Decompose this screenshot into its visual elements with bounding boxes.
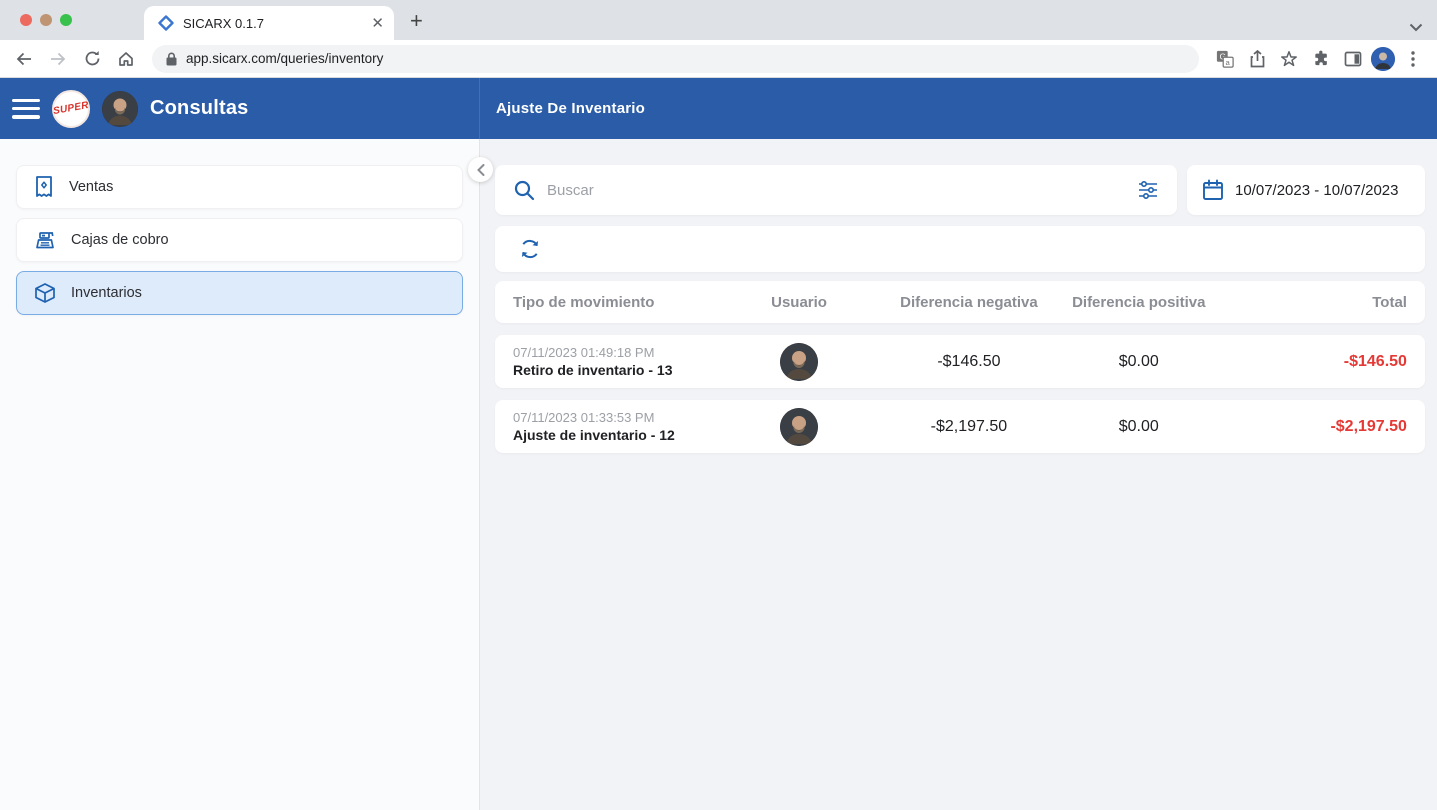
back-button[interactable] (10, 45, 38, 73)
search-input[interactable] (547, 182, 1125, 199)
row-timestamp: 07/11/2023 01:49:18 PM (513, 345, 728, 360)
sidebar-item-inventarios[interactable]: Inventarios (16, 271, 463, 315)
search-bar (495, 165, 1177, 215)
sidebar-item-ventas[interactable]: Ventas (16, 165, 463, 209)
extensions-puzzle-icon[interactable] (1307, 45, 1335, 73)
app-header-right: Ajuste De Inventario (480, 78, 1437, 139)
row-user-avatar (780, 343, 818, 381)
section-title: Ajuste De Inventario (496, 100, 645, 117)
row-positive-diff: $0.00 (1067, 353, 1210, 371)
row-movement-name: Retiro de inventario - 13 (513, 362, 728, 378)
date-range-picker[interactable]: 10/07/2023 - 10/07/2023 (1187, 165, 1425, 215)
table-row[interactable]: 07/11/2023 01:33:53 PM Ajuste de inventa… (495, 400, 1425, 453)
reload-button[interactable] (78, 45, 106, 73)
svg-text:a: a (1225, 57, 1230, 66)
row-total: -$2,197.50 (1210, 418, 1407, 436)
column-header-dif-negativa: Diferencia negativa (871, 294, 1068, 311)
column-header-tipo: Tipo de movimiento (513, 294, 728, 311)
share-icon[interactable] (1243, 45, 1271, 73)
sidebar: Ventas Cajas de cobro Inventarios (0, 139, 480, 810)
tab-search-chevron-icon[interactable] (1409, 23, 1423, 32)
filter-sliders-icon[interactable] (1137, 180, 1159, 200)
sidebar-item-cajas-de-cobro[interactable]: Cajas de cobro (16, 218, 463, 262)
user-avatar[interactable] (102, 91, 138, 127)
tab-title: SICARX 0.1.7 (183, 16, 362, 31)
url-text: app.sicarx.com/queries/inventory (186, 51, 383, 66)
store-logo-text: SUPER (52, 100, 89, 117)
column-header-total: Total (1210, 294, 1407, 311)
browser-menu-kebab-icon[interactable] (1399, 45, 1427, 73)
minimize-window-button[interactable] (40, 14, 52, 26)
refresh-icon (518, 237, 542, 261)
home-button[interactable] (112, 45, 140, 73)
calendar-icon (1201, 178, 1225, 202)
bookmark-star-icon[interactable] (1275, 45, 1303, 73)
date-range-text: 10/07/2023 - 10/07/2023 (1235, 182, 1398, 199)
chevron-left-icon (477, 164, 485, 176)
row-user-avatar (780, 408, 818, 446)
sicarx-favicon-icon (158, 15, 174, 31)
new-tab-button[interactable]: + (410, 8, 423, 34)
browser-tab[interactable]: SICARX 0.1.7 ✕ (144, 6, 394, 40)
sidebar-item-label: Cajas de cobro (71, 232, 169, 248)
browser-profile-avatar[interactable] (1371, 47, 1395, 71)
row-total: -$146.50 (1210, 353, 1407, 371)
column-header-dif-positiva: Diferencia positiva (1067, 294, 1210, 311)
column-header-usuario: Usuario (728, 294, 871, 311)
close-window-button[interactable] (20, 14, 32, 26)
app-header-left: SUPER Consultas (0, 78, 480, 139)
window-controls (0, 0, 86, 40)
translate-icon[interactable]: Ga (1211, 45, 1239, 73)
package-icon (33, 281, 57, 305)
sidebar-item-label: Inventarios (71, 285, 142, 301)
sidebar-collapse-button[interactable] (468, 157, 493, 182)
actions-bar (495, 226, 1425, 272)
row-negative-diff: -$2,197.50 (871, 418, 1068, 436)
browser-toolbar: app.sicarx.com/queries/inventory Ga (0, 40, 1437, 78)
forward-button[interactable] (44, 45, 72, 73)
cash-register-icon (33, 228, 57, 252)
app-header: SUPER Consultas Ajuste De Inventario (0, 78, 1437, 139)
row-positive-diff: $0.00 (1067, 418, 1210, 436)
sidebar-item-label: Ventas (69, 179, 113, 195)
side-panel-icon[interactable] (1339, 45, 1367, 73)
browser-tab-strip: SICARX 0.1.7 ✕ + (0, 0, 1437, 40)
table-header: Tipo de movimiento Usuario Diferencia ne… (495, 281, 1425, 323)
store-logo: SUPER (52, 90, 90, 128)
row-timestamp: 07/11/2023 01:33:53 PM (513, 410, 728, 425)
main-content: 10/07/2023 - 10/07/2023 Tipo de movimien… (480, 139, 1437, 810)
row-negative-diff: -$146.50 (871, 353, 1068, 371)
receipt-icon (33, 175, 55, 199)
page-title: Consultas (150, 97, 248, 120)
address-bar[interactable]: app.sicarx.com/queries/inventory (152, 45, 1199, 73)
zoom-window-button[interactable] (60, 14, 72, 26)
refresh-button[interactable] (513, 232, 547, 266)
search-icon (513, 179, 535, 201)
table-row[interactable]: 07/11/2023 01:49:18 PM Retiro de inventa… (495, 335, 1425, 388)
menu-hamburger-icon[interactable] (12, 99, 40, 119)
tab-close-icon[interactable]: ✕ (371, 16, 384, 31)
row-movement-name: Ajuste de inventario - 12 (513, 427, 728, 443)
lock-icon (166, 52, 177, 66)
